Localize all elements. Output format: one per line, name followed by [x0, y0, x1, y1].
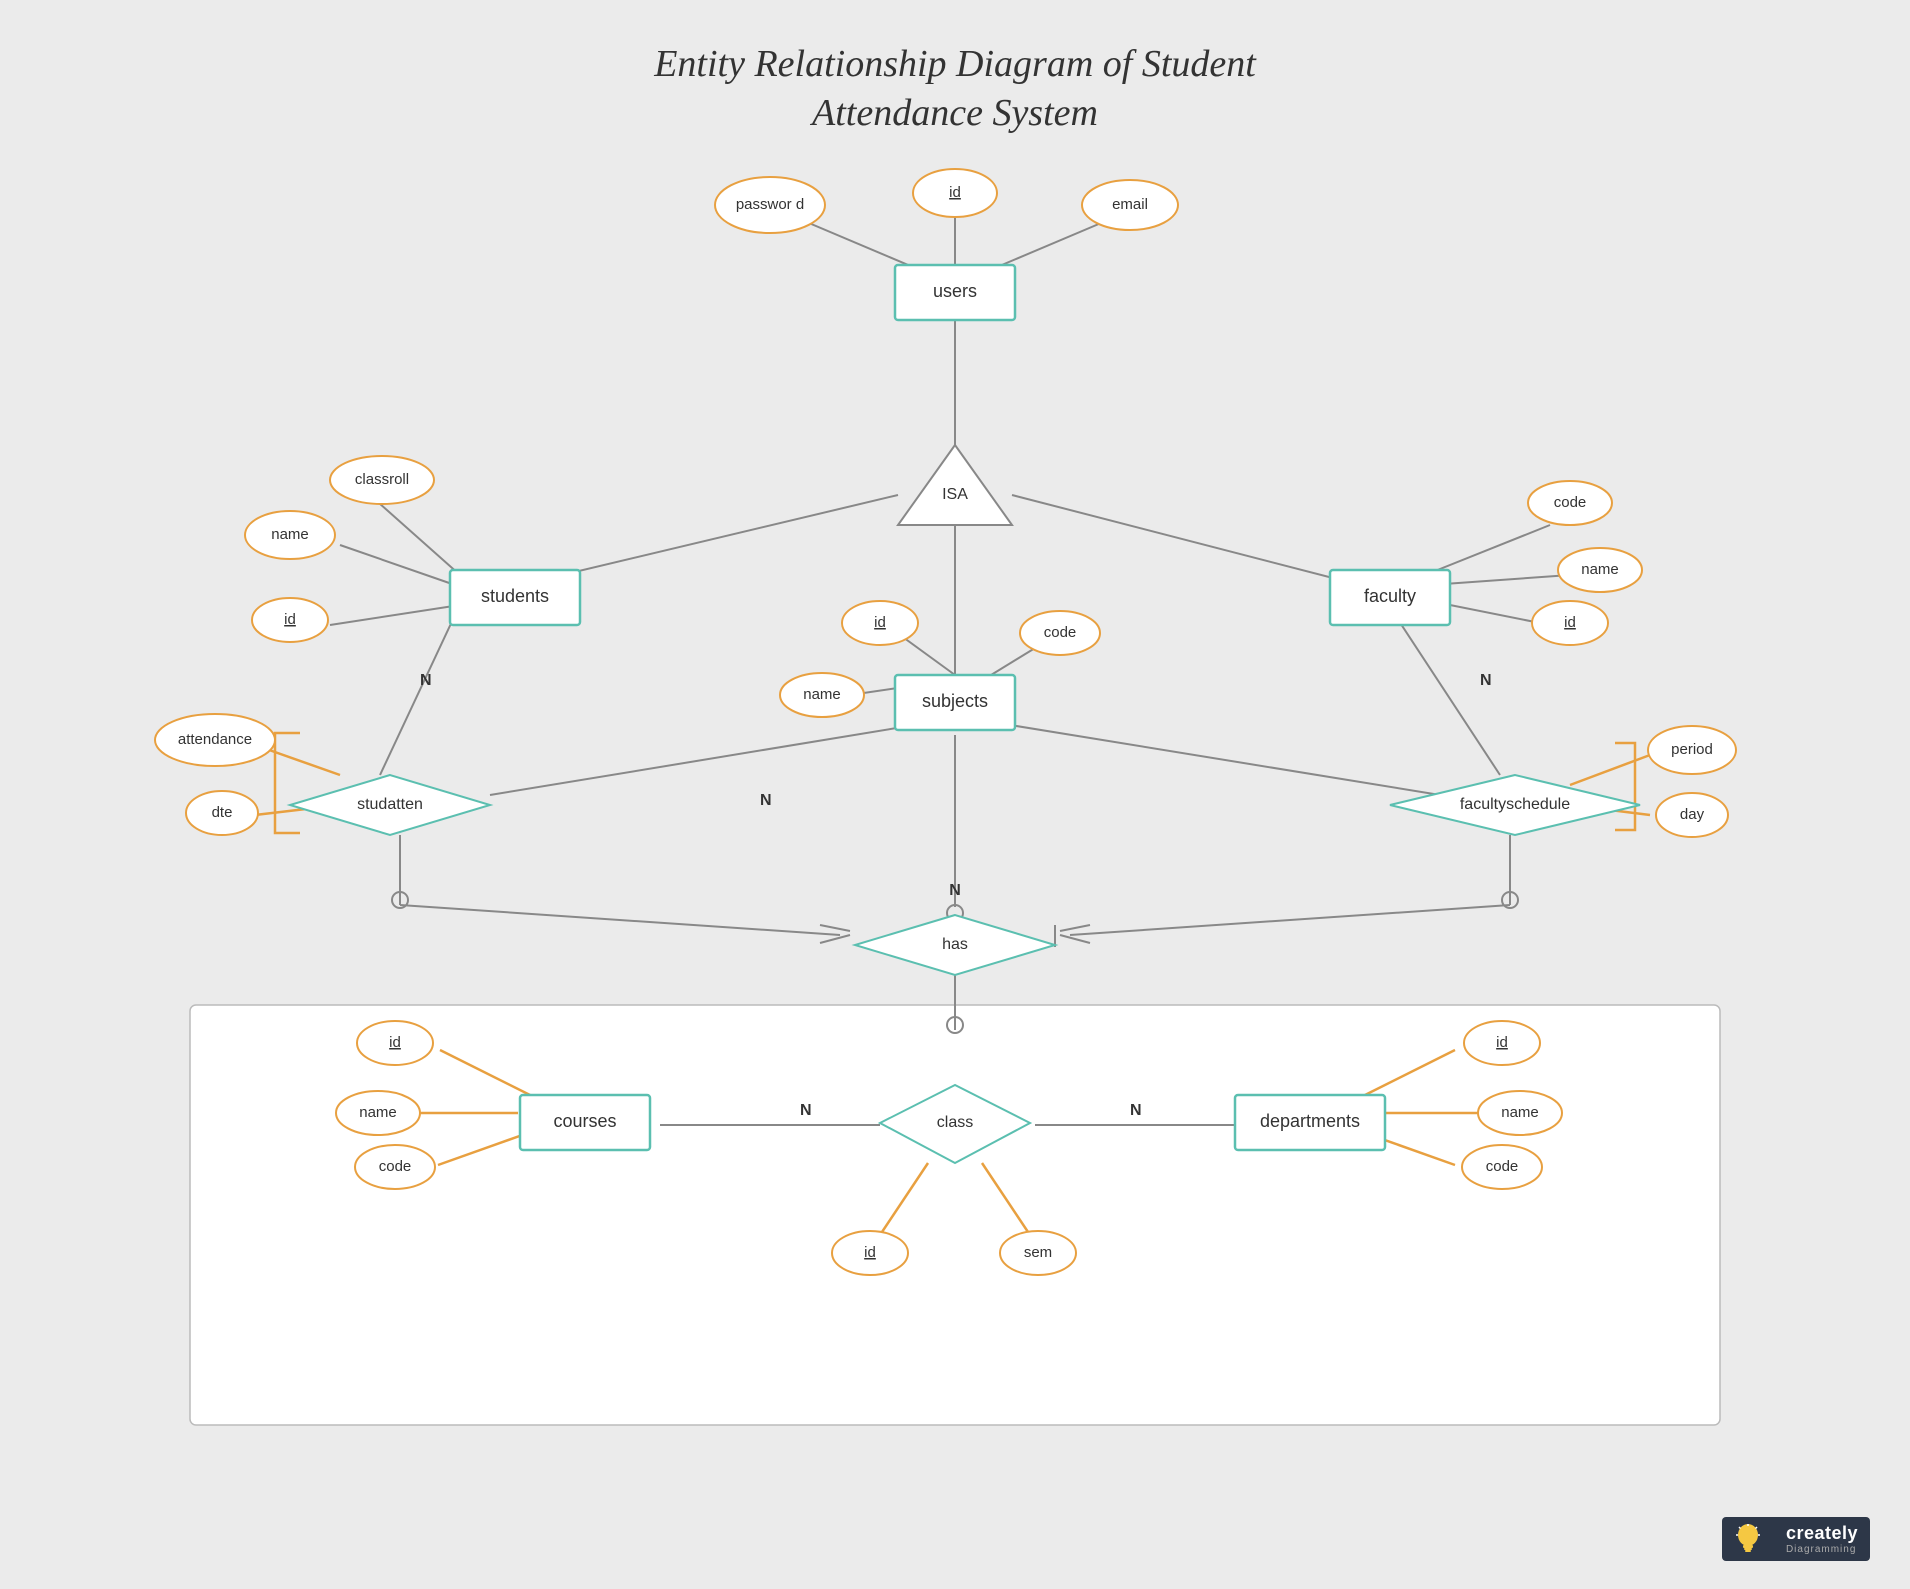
attr-faculty-code-text: code [1554, 494, 1587, 511]
entity-departments-label: departments [1260, 1111, 1360, 1131]
logo-area: creately Diagramming [1722, 1517, 1870, 1561]
attr-depts-name-text: name [1501, 1104, 1539, 1121]
attr-subjects-name-text: name [803, 686, 841, 703]
main-container: Entity Relationship Diagram of Student A… [0, 0, 1910, 1589]
er-diagram: N N N N [60, 155, 1850, 1515]
logo-text-container: creately Diagramming [1774, 1517, 1870, 1561]
line-students-classroll [370, 495, 460, 575]
line-faculty-facultyschedule [1395, 615, 1500, 775]
rel-has-label: has [942, 936, 968, 953]
isa-triangle [898, 445, 1012, 525]
card-n-has: N [949, 882, 961, 899]
attr-courses-name-text: name [359, 1104, 397, 1121]
line-fschedule-period [1570, 755, 1650, 785]
card-n-subjects-studatten: N [760, 792, 772, 809]
attr-users-password-text: passwor d [736, 196, 804, 213]
logo-sub: Diagramming [1786, 1544, 1858, 1555]
attr-day-text: day [1680, 806, 1705, 823]
line-studatten-has [400, 905, 840, 935]
attr-students-id-text: id [284, 611, 296, 628]
attr-depts-id-text: id [1496, 1034, 1508, 1051]
card-n-students: N [420, 672, 432, 689]
line-subjects-facultyschedule [998, 723, 1440, 795]
attr-students-name-text: name [271, 526, 309, 543]
line-facultyschedule-has [1070, 905, 1510, 935]
entity-users-label: users [933, 281, 977, 301]
rel-class-label: class [937, 1114, 973, 1131]
crows-foot-2 [820, 935, 850, 943]
attr-class-sem-text: sem [1024, 1244, 1052, 1261]
card-n-faculty: N [1480, 672, 1492, 689]
entity-subjects-label: subjects [922, 691, 988, 711]
bulb-icon [1734, 1523, 1762, 1555]
title-line1: Entity Relationship Diagram of Student [654, 43, 1256, 85]
card-n-class-courses: N [800, 1102, 812, 1119]
logo-brand: creately [1786, 1523, 1858, 1544]
entity-courses-label: courses [553, 1111, 616, 1131]
entity-faculty-label: faculty [1364, 586, 1416, 606]
attr-courses-id-text: id [389, 1034, 401, 1051]
crows-foot-1 [820, 925, 850, 931]
attr-students-classroll-text: classroll [355, 471, 409, 488]
attr-courses-code-text: code [379, 1158, 412, 1175]
entity-students-label: students [481, 586, 549, 606]
attr-depts-code-text: code [1486, 1158, 1519, 1175]
attr-dte-text: dte [212, 804, 233, 821]
crows-foot-r1 [1060, 925, 1090, 931]
attr-class-id-text: id [864, 1244, 876, 1261]
attr-faculty-name-text: name [1581, 561, 1619, 578]
attr-users-email-text: email [1112, 196, 1148, 213]
logo-bulb-bg [1722, 1517, 1774, 1561]
diagram-title: Entity Relationship Diagram of Student A… [0, 0, 1910, 159]
line-subjects-id [900, 635, 955, 675]
line-students-studatten [380, 615, 455, 775]
line-students-id [330, 605, 460, 625]
card-n-class-depts: N [1130, 1102, 1142, 1119]
rel-studatten-label: studatten [357, 796, 423, 813]
attr-faculty-id-text: id [1564, 614, 1576, 631]
inner-box [190, 1005, 1720, 1425]
attr-attendance-text: attendance [178, 731, 252, 748]
bracket-studatten [275, 733, 300, 833]
line-subjects-studatten [490, 725, 915, 795]
bracket-fschedule [1615, 743, 1635, 830]
line-students-name [340, 545, 455, 585]
attr-period-text: period [1671, 741, 1713, 758]
title-line2: Attendance System [812, 92, 1098, 134]
crows-foot-r2 [1060, 935, 1090, 943]
line-isa-faculty [1012, 495, 1360, 585]
isa-label: ISA [942, 486, 968, 503]
attr-subjects-code-text: code [1044, 624, 1077, 641]
line-faculty-code [1425, 525, 1550, 575]
attr-subjects-id-text: id [874, 614, 886, 631]
rel-facultyschedule-label: facultyschedule [1460, 796, 1570, 813]
attr-users-id-text: id [949, 184, 961, 201]
